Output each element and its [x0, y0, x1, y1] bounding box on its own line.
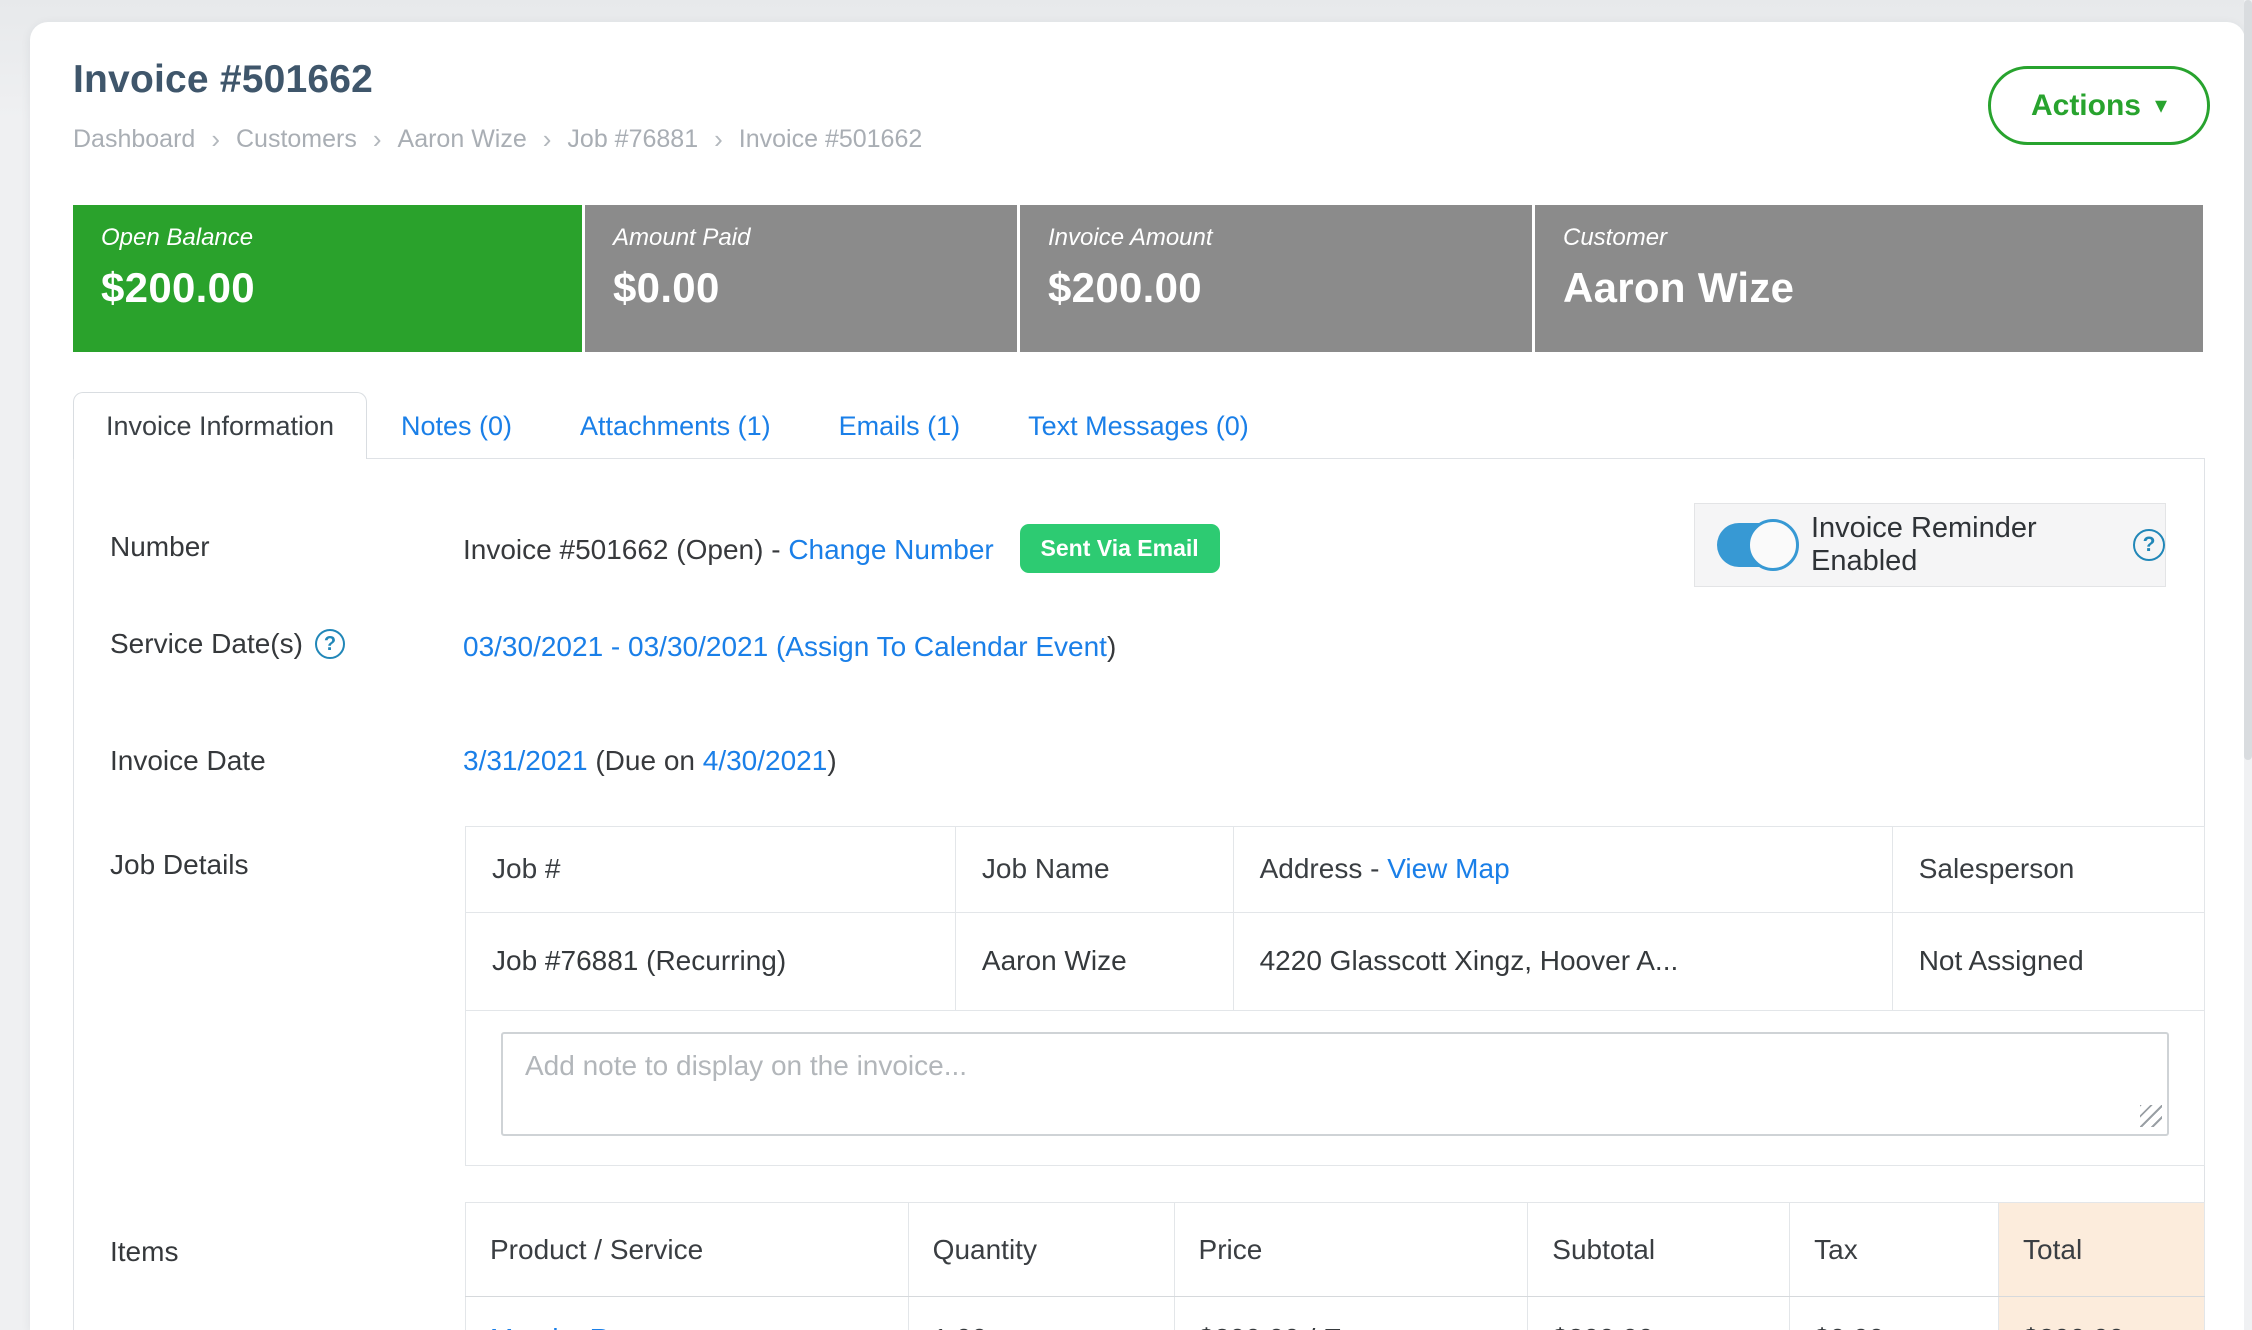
sent-via-email-badge: Sent Via Email	[1020, 524, 1220, 573]
price-header: Price	[1174, 1203, 1528, 1297]
tab-attachments[interactable]: Attachments (1)	[546, 393, 805, 459]
tab-text-messages[interactable]: Text Messages (0)	[994, 393, 1283, 459]
service-dates-link[interactable]: 03/30/2021 - 03/30/2021	[463, 631, 768, 662]
address-cell: 4220 Glasscott Xingz, Hoover A...	[1233, 912, 1892, 1010]
summary-stats-bar: Open Balance $200.00 Amount Paid $0.00 I…	[73, 205, 2203, 352]
breadcrumb-item-job[interactable]: Job #76881	[567, 125, 698, 154]
product-cell: Monthy Rate	[466, 1297, 909, 1330]
breadcrumb-separator-icon: ›	[373, 124, 382, 155]
invoice-date-label: Invoice Date	[110, 745, 266, 777]
invoice-note-textarea[interactable]	[501, 1032, 2169, 1136]
stat-invoice-amount: Invoice Amount $200.00	[1020, 205, 1532, 352]
scrollbar-thumb[interactable]	[2244, 0, 2252, 760]
toggle-knob	[1747, 519, 1799, 571]
tax-cell: $0.00	[1790, 1297, 1999, 1330]
address-header: Address - View Map	[1233, 827, 1892, 912]
breadcrumb: Dashboard › Customers › Aaron Wize › Job…	[73, 124, 922, 155]
invoice-reminder-toggle[interactable]	[1717, 523, 1795, 567]
breadcrumb-item-customers[interactable]: Customers	[236, 125, 357, 154]
job-name-header: Job Name	[955, 827, 1233, 912]
tab-invoice-information[interactable]: Invoice Information	[73, 392, 367, 459]
invoice-date-value: 3/31/2021 (Due on 4/30/2021)	[463, 745, 837, 777]
job-table-row: Job #76881 (Recurring) Aaron Wize 4220 G…	[466, 912, 2204, 1010]
stat-value: $200.00	[101, 264, 582, 312]
tab-emails[interactable]: Emails (1)	[805, 393, 995, 459]
view-map-link[interactable]: View Map	[1387, 853, 1509, 884]
due-date-link[interactable]: 4/30/2021	[703, 745, 828, 776]
product-service-header: Product / Service	[466, 1203, 909, 1297]
assign-to-calendar-suffix: )	[1107, 631, 1116, 662]
help-icon[interactable]: ?	[2133, 529, 2165, 561]
subtotal-cell: $200.00	[1528, 1297, 1790, 1330]
job-details-container: Job # Job Name Address - View Map Salesp…	[465, 826, 2205, 1166]
tax-header: Tax	[1790, 1203, 1999, 1297]
invoice-date-link[interactable]: 3/31/2021	[463, 745, 588, 776]
job-name-cell: Aaron Wize	[955, 912, 1233, 1010]
stat-value: Aaron Wize	[1563, 264, 2203, 312]
number-label: Number	[110, 531, 210, 563]
job-table-header-row: Job # Job Name Address - View Map Salesp…	[466, 827, 2204, 912]
job-details-table: Job # Job Name Address - View Map Salesp…	[466, 827, 2204, 1011]
service-dates-label: Service Date(s) ?	[110, 628, 345, 660]
job-details-label: Job Details	[110, 849, 249, 881]
stat-customer: Customer Aaron Wize	[1535, 205, 2203, 352]
assign-to-calendar-link[interactable]: (Assign To Calendar Event	[776, 631, 1107, 662]
breadcrumb-separator-icon: ›	[211, 124, 220, 155]
invoice-number-text: Invoice #501662 (Open) -	[463, 534, 788, 565]
breadcrumb-item-customer[interactable]: Aaron Wize	[398, 125, 527, 154]
breadcrumb-item-dashboard[interactable]: Dashboard	[73, 125, 195, 154]
due-on-suffix: )	[827, 745, 836, 776]
invoice-reminder-label: Invoice Reminder Enabled	[1811, 512, 2117, 578]
salesperson-header: Salesperson	[1892, 827, 2204, 912]
items-row: Monthy Rate 1.00 $200.00 / Ea $200.00 $0…	[466, 1297, 2205, 1330]
scrollbar-track[interactable]	[2244, 0, 2252, 1330]
quantity-cell: 1.00	[908, 1297, 1174, 1330]
stat-amount-paid: Amount Paid $0.00	[585, 205, 1017, 352]
total-cell: $200.00	[1999, 1297, 2205, 1330]
help-icon[interactable]: ?	[315, 629, 345, 659]
stat-label: Customer	[1563, 224, 2203, 252]
stat-label: Invoice Amount	[1048, 224, 1532, 252]
page-title: Invoice #501662	[73, 58, 373, 102]
tab-bar: Invoice Information Notes (0) Attachment…	[73, 392, 1283, 459]
breadcrumb-separator-icon: ›	[714, 124, 723, 155]
service-dates-label-text: Service Date(s)	[110, 628, 303, 660]
stat-label: Amount Paid	[613, 224, 1017, 252]
invoice-card: Invoice #501662 Dashboard › Customers › …	[30, 22, 2245, 1330]
service-dates-value: 03/30/2021 - 03/30/2021 (Assign To Calen…	[463, 631, 1116, 663]
job-number-header: Job #	[466, 827, 955, 912]
items-header-row: Product / Service Quantity Price Subtota…	[466, 1203, 2205, 1297]
tab-notes[interactable]: Notes (0)	[367, 393, 546, 459]
salesperson-cell: Not Assigned	[1892, 912, 2204, 1010]
breadcrumb-separator-icon: ›	[543, 124, 552, 155]
total-header: Total	[1999, 1203, 2205, 1297]
actions-button[interactable]: Actions ▾	[1988, 66, 2210, 145]
chevron-down-icon: ▾	[2155, 94, 2167, 118]
stat-open-balance: Open Balance $200.00	[73, 205, 582, 352]
invoice-reminder-box: Invoice Reminder Enabled ?	[1694, 503, 2166, 587]
stat-value: $200.00	[1048, 264, 1532, 312]
change-number-link[interactable]: Change Number	[788, 534, 993, 565]
price-cell: $200.00 / Ea	[1174, 1297, 1528, 1330]
quantity-header: Quantity	[908, 1203, 1174, 1297]
job-number-cell: Job #76881 (Recurring)	[466, 912, 955, 1010]
items-label: Items	[110, 1236, 178, 1268]
stat-label: Open Balance	[101, 224, 582, 252]
address-header-text: Address -	[1260, 853, 1388, 884]
items-table: Product / Service Quantity Price Subtota…	[465, 1202, 2205, 1330]
breadcrumb-item-invoice: Invoice #501662	[739, 125, 922, 154]
number-value: Invoice #501662 (Open) - Change Number S…	[463, 527, 1220, 576]
due-on-prefix: (Due on	[588, 745, 703, 776]
product-link[interactable]: Monthy Rate	[490, 1323, 649, 1330]
actions-button-label: Actions	[2031, 89, 2141, 123]
subtotal-header: Subtotal	[1528, 1203, 1790, 1297]
stat-value: $0.00	[613, 264, 1017, 312]
